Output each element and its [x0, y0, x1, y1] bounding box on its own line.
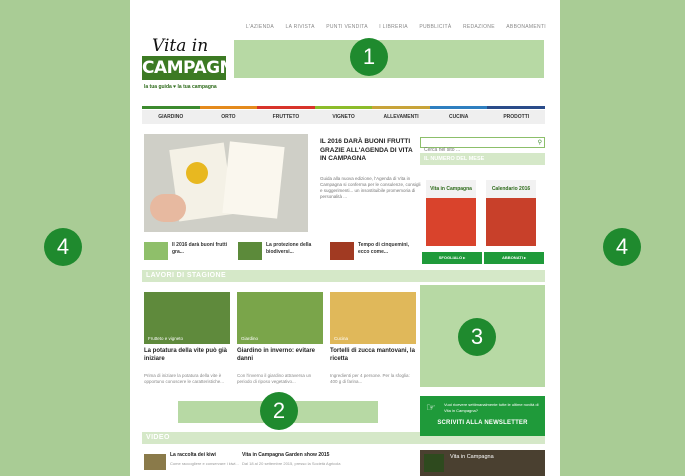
season-card-title[interactable]: Giardino in inverno: evitare danni: [237, 348, 323, 363]
top-nav-link[interactable]: L'AZIENDA: [246, 24, 274, 30]
color-segment: [314, 106, 373, 109]
youtube-channel-title: Vita in Campagna: [450, 454, 494, 460]
video-thumbnail: [144, 454, 166, 470]
mini-article-thumb: [330, 242, 354, 260]
magazine-cover-image: [426, 198, 476, 246]
logo-tagline: la tua guida ♥ la tua campagna: [144, 84, 217, 90]
category-cucina[interactable]: CUCINA: [430, 110, 488, 124]
top-nav-link[interactable]: PUNTI VENDITA: [326, 24, 368, 30]
website-page: L'AZIENDA LA RIVISTA PUNTI VENDITA I LIB…: [130, 0, 560, 476]
top-navigation: L'AZIENDA LA RIVISTA PUNTI VENDITA I LIB…: [130, 15, 560, 30]
mini-article-thumb: [238, 242, 262, 260]
hand-pointer-icon: ☞: [426, 402, 436, 414]
season-card-title[interactable]: La potatura della vite può già iniziare: [144, 348, 230, 363]
season-card-excerpt: Ingredienti per 4 persone. Per la sfogli…: [330, 373, 410, 384]
season-card[interactable]: Frutteto e vigneto La potatura della vit…: [144, 292, 230, 385]
annotation-badge-4-right: 4: [603, 228, 641, 266]
season-card-image: Frutteto e vigneto: [144, 292, 230, 344]
subscribe-button[interactable]: ABBONATI ▸: [484, 252, 544, 264]
mini-article-title: La protezione della biodiversi...: [266, 242, 312, 255]
site-logo[interactable]: Vita in CAMPAGNA la tua guida ♥ la tua c…: [142, 36, 246, 94]
category-prodotti[interactable]: PRODOTTI: [487, 110, 545, 124]
color-segment: [199, 106, 258, 109]
color-segment: [372, 106, 430, 109]
youtube-widget[interactable]: Vita in Campagna: [420, 450, 545, 476]
newsletter-box[interactable]: ☞ Vuoi ricevere settimanalmente tutte le…: [420, 396, 545, 436]
featured-article-image[interactable]: [144, 134, 308, 232]
season-card-excerpt: Prima di iniziare la potatura della vite…: [144, 373, 225, 384]
section-title: VIDEO: [146, 434, 170, 441]
book-right-page: [222, 141, 285, 219]
season-card[interactable]: Cucina Tortelli di zucca mantovani, la r…: [330, 292, 416, 385]
browse-button[interactable]: SFOGLIALO ▸: [422, 252, 482, 264]
magazine-cover[interactable]: Vita in Campagna: [426, 180, 476, 246]
video-description: Dal 18 al 20 settembre 2015, presso la S…: [242, 461, 341, 466]
calendar-cover-title: Calendario 2016: [486, 180, 536, 198]
category-color-bar: [142, 106, 546, 109]
video-title: La raccolta dei kiwi: [170, 452, 216, 458]
annotation-badge-4-left: 4: [44, 228, 82, 266]
video-description: Come raccogliere e conservare i kiwi...: [170, 461, 239, 466]
section-title: IL NUMERO DEL MESE: [424, 156, 485, 162]
annotation-badge-2: 2: [260, 392, 298, 430]
magazine-section-header: IL NUMERO DEL MESE: [420, 153, 545, 165]
category-navigation: GIARDINO ORTO FRUTTETO VIGNETO ALLEVAMEN…: [142, 110, 545, 124]
newsletter-description: Vuoi ricevere settimanalmente tutte le u…: [444, 402, 539, 413]
season-card-title[interactable]: Tortelli di zucca mantovani, la ricetta: [330, 348, 416, 363]
mini-article[interactable]: La protezione della biodiversi...: [238, 240, 330, 262]
color-segment: [142, 106, 200, 109]
season-card-category: Cucina: [334, 336, 349, 341]
season-card-image: Giardino: [237, 292, 323, 344]
category-giardino[interactable]: GIARDINO: [142, 110, 200, 124]
featured-article-title[interactable]: IL 2016 DARÀ BUONI FRUTTI GRAZIE ALL'AGE…: [320, 138, 420, 164]
channel-avatar: [424, 454, 444, 472]
category-frutteto[interactable]: FRUTTETO: [257, 110, 315, 124]
logo-caps-text: CAMPAGNA: [142, 56, 246, 80]
top-nav-link[interactable]: REDAZIONE: [463, 24, 495, 30]
mini-article-title: Il 2016 darà buoni frutti gra...: [172, 242, 228, 255]
color-segment: [487, 106, 546, 109]
top-nav-link[interactable]: PUBBLICITÀ: [419, 24, 451, 30]
hand-shape: [150, 194, 186, 222]
category-allevamenti[interactable]: ALLEVAMENTI: [372, 110, 430, 124]
top-nav-link[interactable]: ABBONAMENTI: [506, 24, 546, 30]
search-box: ⚲: [420, 137, 545, 155]
header-ad-banner[interactable]: [234, 40, 544, 78]
search-icon[interactable]: ⚲: [538, 139, 542, 146]
calendar-cover-image: [486, 198, 536, 246]
season-section-header: LAVORI DI STAGIONE: [142, 270, 545, 282]
mini-article-thumb: [144, 242, 168, 260]
top-nav-link[interactable]: I LIBRERIA: [379, 24, 408, 30]
season-card-category: Giardino: [241, 336, 259, 341]
magazine-cover-title: Vita in Campagna: [426, 180, 476, 198]
category-vigneto[interactable]: VIGNETO: [315, 110, 373, 124]
season-card-category: Frutteto e vigneto: [148, 336, 184, 341]
newsletter-signup-link[interactable]: SCRIVITI ALLA NEWSLETTER: [420, 420, 545, 426]
video-title: Vita in Campagna Garden show 2015: [242, 452, 330, 458]
top-nav-link[interactable]: LA RIVISTA: [285, 24, 314, 30]
color-segment: [257, 106, 315, 109]
color-segment: [429, 106, 488, 109]
featured-article-excerpt: Guida alla nuova edizione, l'Agenda di V…: [320, 176, 421, 199]
category-orto[interactable]: ORTO: [200, 110, 258, 124]
season-card-excerpt: Con l'inverno il giardino attraversa un …: [237, 373, 312, 384]
calendar-cover[interactable]: Calendario 2016: [486, 180, 536, 246]
mini-article-title: Tempo di cinquemini, ecco come...: [358, 242, 410, 255]
section-title: LAVORI DI STAGIONE: [146, 272, 227, 279]
logo-script-text: Vita in: [152, 36, 209, 56]
annotation-badge-1: 1: [350, 38, 388, 76]
annotation-badge-3: 3: [458, 318, 496, 356]
mini-article[interactable]: Tempo di cinquemini, ecco come...: [330, 240, 422, 262]
season-card-image: Cucina: [330, 292, 416, 344]
flower-illustration: [186, 162, 208, 184]
mini-article[interactable]: Il 2016 darà buoni frutti gra...: [144, 240, 236, 262]
season-card[interactable]: Giardino Giardino in inverno: evitare da…: [237, 292, 323, 385]
